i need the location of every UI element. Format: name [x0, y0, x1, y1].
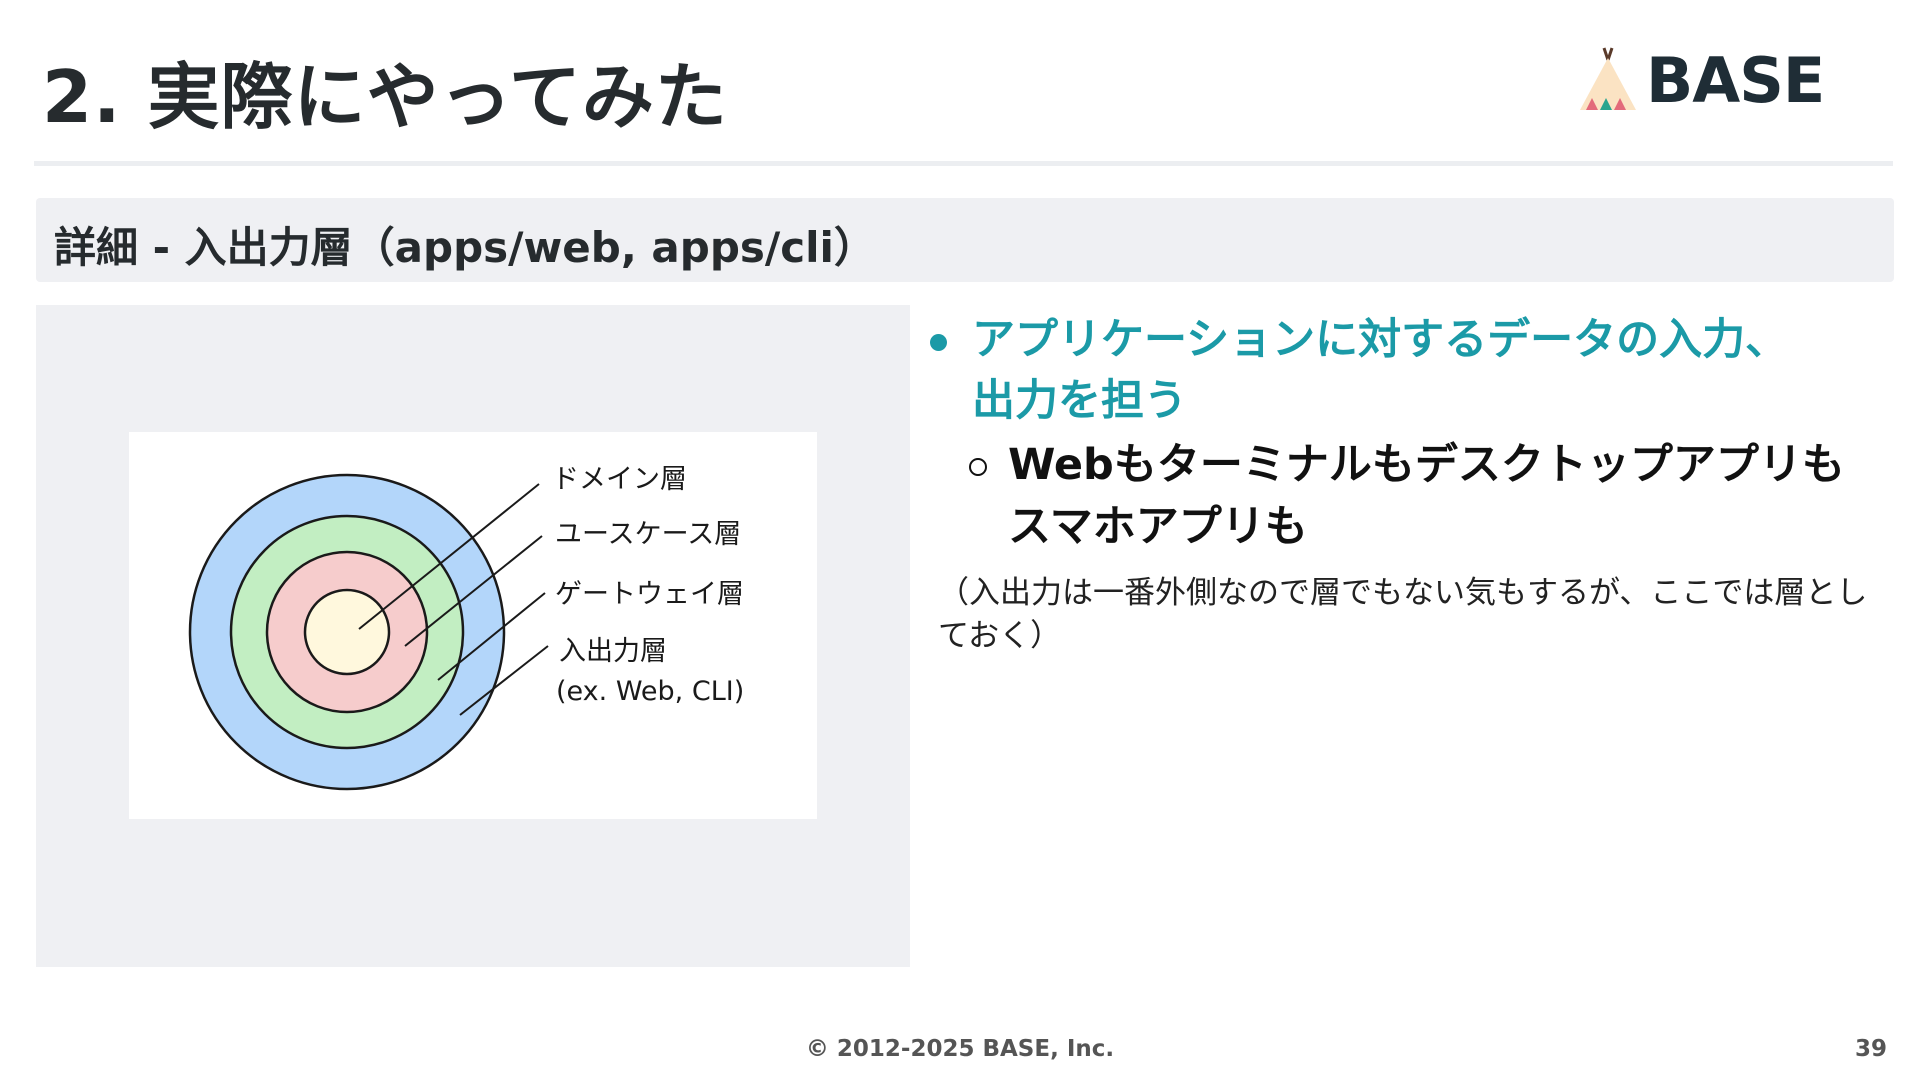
logo-wordmark: BASE [1646, 43, 1825, 117]
figure-panel: ドメイン層 ユースケース層 ゲートウェイ層 入出力層 (ex. Web, CLI… [36, 305, 910, 967]
base-logo: BASE [1578, 43, 1825, 117]
content-area: アプリケーションに対するデータの入力、出力を担う Webもターミナルもデスクトッ… [926, 310, 1886, 658]
io-layer-example: (ex. Web, CLI) [556, 676, 744, 707]
domain-layer-label: ドメイン層 [552, 464, 687, 495]
teepee-logo-icon [1580, 47, 1636, 110]
footer-copyright: © 2012-2025 BASE, Inc. [805, 1036, 1115, 1062]
usecase-layer-label: ユースケース層 [555, 519, 741, 550]
section-heading-bar: 詳細 - 入出力層（apps/web, apps/cli） [36, 198, 1894, 282]
bullet-circle-icon [969, 458, 987, 476]
io-layer-label: 入出力層 [559, 636, 667, 667]
note-text: （入出力は一番外側なので層でもない気もするが、ここでは層としておく） [938, 575, 1868, 654]
sub-bullet-text: Webもターミナルもデスクトップアプリもスマホアプリも [1008, 440, 1845, 552]
domain-layer-circle [303, 588, 391, 676]
slide-title: 2. 実際にやってみた [42, 55, 728, 139]
title-divider [34, 161, 1893, 166]
page-number: 39 [1854, 1036, 1887, 1062]
section-heading: 詳細 - 入出力層（apps/web, apps/cli） [54, 223, 876, 272]
layer-diagram-card: ドメイン層 ユースケース層 ゲートウェイ層 入出力層 (ex. Web, CLI… [129, 432, 817, 819]
main-bullet: アプリケーションに対するデータの入力、出力を担う [926, 310, 1802, 432]
sub-bullet: Webもターミナルもデスクトップアプリもスマホアプリも [926, 434, 1868, 558]
gateway-layer-label: ゲートウェイ層 [555, 579, 744, 610]
main-bullet-text: アプリケーションに対するデータの入力、出力を担う [972, 315, 1789, 426]
bullet-dot-icon [930, 334, 947, 351]
concentric-layers-diagram: ドメイン層 ユースケース層 ゲートウェイ層 入出力層 (ex. Web, CLI… [188, 464, 744, 791]
